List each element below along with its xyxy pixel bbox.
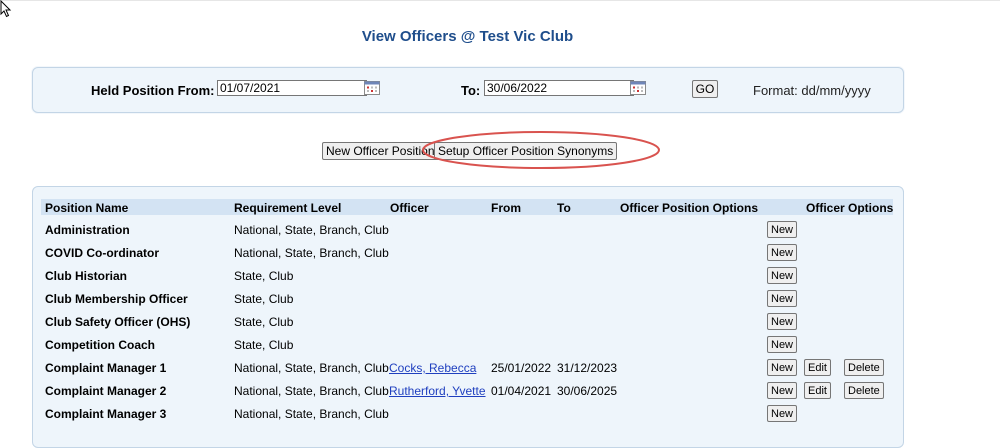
new-officer-button[interactable]: New — [767, 405, 798, 422]
position-name: Club Historian — [45, 269, 128, 283]
officer-cell: Rutherford, Yvette — [389, 384, 486, 398]
to-date: 31/12/2023 — [557, 361, 618, 375]
table-row: Complaint Manager 2 National, State, Bra… — [0, 379, 1000, 402]
to-date: 30/06/2025 — [557, 384, 618, 398]
new-officer-button[interactable]: New — [767, 267, 798, 284]
requirement-level: National, State, Branch, Club — [234, 407, 389, 421]
new-officer-button[interactable]: New — [767, 336, 798, 353]
requirement-level: National, State, Branch, Club — [234, 361, 389, 375]
requirement-level: National, State, Branch, Club — [234, 223, 389, 237]
officer-name-link[interactable]: Cocks, Rebecca — [389, 361, 476, 375]
held-from-label: Held Position From: — [91, 83, 215, 98]
requirement-level: National, State, Branch, Club — [234, 246, 389, 260]
table-row: Competition Coach State, Club New — [0, 333, 1000, 356]
delete-officer-button[interactable]: Delete — [844, 359, 884, 376]
new-officer-button[interactable]: New — [767, 244, 798, 261]
requirement-level: State, Club — [234, 338, 294, 352]
new-officer-button[interactable]: New — [767, 359, 798, 376]
position-name: Complaint Manager 1 — [45, 361, 167, 375]
setup-officer-position-synonyms-button[interactable]: Setup Officer Position Synonyms — [434, 142, 618, 160]
header-officer-options: Officer Options — [806, 201, 894, 215]
new-officer-position-button[interactable]: New Officer Position — [322, 142, 439, 160]
header-to: To — [557, 201, 571, 215]
table-header-row — [41, 199, 893, 215]
table-row: Complaint Manager 3 National, State, Bra… — [0, 402, 1000, 425]
table-row: Club Membership Officer State, Club New — [0, 287, 1000, 310]
header-officer-position-options: Officer Position Options — [620, 201, 759, 215]
top-border — [0, 0, 1000, 1]
requirement-level: State, Club — [234, 315, 294, 329]
calendar-icon[interactable] — [364, 81, 380, 95]
date-filter-panel: Held Position From: To: GO Format: dd/mm… — [32, 67, 904, 113]
table-row: Complaint Manager 1 National, State, Bra… — [0, 356, 1000, 379]
position-name: Administration — [45, 223, 130, 237]
page-title: View Officers @ Test Vic Club — [361, 28, 574, 45]
header-from: From — [491, 201, 521, 215]
position-name: Club Safety Officer (OHS) — [45, 315, 191, 329]
requirement-level: National, State, Branch, Club — [234, 384, 389, 398]
requirement-level: State, Club — [234, 269, 294, 283]
edit-officer-button[interactable]: Edit — [804, 359, 831, 376]
new-officer-button[interactable]: New — [767, 382, 798, 399]
position-name: Complaint Manager 2 — [45, 384, 167, 398]
to-label: To: — [461, 83, 481, 98]
go-button[interactable]: GO — [692, 80, 718, 98]
from-date: 01/04/2021 — [491, 384, 552, 398]
position-name: Club Membership Officer — [45, 292, 188, 306]
table-row: Administration National, State, Branch, … — [0, 218, 1000, 241]
header-position-name: Position Name — [45, 201, 129, 215]
table-row: Club Safety Officer (OHS) State, Club Ne… — [0, 310, 1000, 333]
officer-name-link[interactable]: Rutherford, Yvette — [389, 384, 486, 398]
header-officer: Officer — [390, 201, 429, 215]
officer-cell: Cocks, Rebecca — [389, 361, 476, 375]
new-officer-button[interactable]: New — [767, 313, 798, 330]
delete-officer-button[interactable]: Delete — [844, 382, 884, 399]
mouse-cursor-icon — [0, 0, 12, 18]
to-date-input[interactable] — [484, 80, 634, 96]
table-row: Club Historian State, Club New — [0, 264, 1000, 287]
table-row: COVID Co-ordinator National, State, Bran… — [0, 241, 1000, 264]
held-from-input[interactable] — [217, 80, 367, 96]
position-name: Competition Coach — [45, 338, 155, 352]
date-format-hint: Format: dd/mm/yyyy — [753, 83, 871, 98]
requirement-level: State, Club — [234, 292, 294, 306]
new-officer-button[interactable]: New — [767, 290, 798, 307]
calendar-icon[interactable] — [630, 81, 646, 95]
header-requirement-level: Requirement Level — [234, 201, 342, 215]
new-officer-button[interactable]: New — [767, 221, 798, 238]
position-name: COVID Co-ordinator — [45, 246, 159, 260]
from-date: 25/01/2022 — [491, 361, 552, 375]
position-name: Complaint Manager 3 — [45, 407, 167, 421]
edit-officer-button[interactable]: Edit — [804, 382, 831, 399]
